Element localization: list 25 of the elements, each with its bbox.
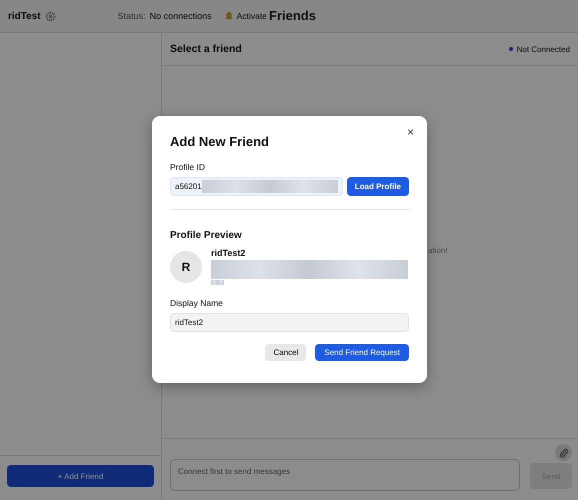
avatar: R xyxy=(170,251,202,283)
gear-icon[interactable] xyxy=(44,10,56,22)
cancel-button[interactable]: Cancel xyxy=(265,344,306,361)
profile-name: ridTest2 xyxy=(211,248,246,258)
connection-status: Not Connected xyxy=(516,44,570,54)
status-label: Status: xyxy=(118,11,146,21)
dialog-title: Add New Friend xyxy=(170,134,270,149)
send-request-button[interactable]: Send Friend Request xyxy=(315,344,409,361)
username: ridTest xyxy=(8,10,41,22)
add-friend-button[interactable]: + Add Friend xyxy=(7,465,154,487)
section-heading: Profile Preview xyxy=(170,230,243,241)
load-profile-button[interactable]: Load Profile xyxy=(346,177,409,196)
profile-id-field[interactable]: a56201 xyxy=(170,177,343,196)
field-label: Profile ID xyxy=(170,162,206,172)
chat-title: Select a friend xyxy=(170,43,242,55)
empty-chat-hint: ation! xyxy=(428,246,448,255)
notification-status: Activate xyxy=(236,11,267,21)
paperclip-icon[interactable] xyxy=(555,444,572,461)
status-value: No connections xyxy=(150,11,212,21)
page-title: Friends xyxy=(269,8,316,23)
message-input[interactable]: Connect first to send messages xyxy=(170,459,520,491)
display-name-field[interactable]: ridTest2 xyxy=(170,313,409,332)
field-label: Display Name xyxy=(170,298,224,308)
bell-icon xyxy=(224,11,234,21)
close-button[interactable]: × xyxy=(406,125,414,139)
